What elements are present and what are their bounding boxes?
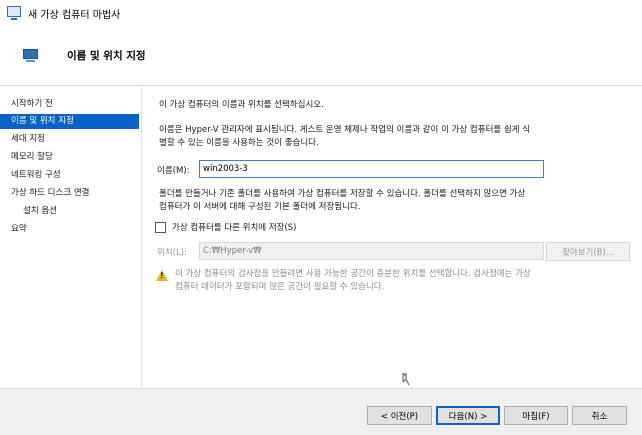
description-line-1: 이름은 Hyper-V 관리자에 표시됩니다. 게스트 운영 체제나 작업의 이… [159,125,531,135]
location-input[interactable] [199,242,544,260]
sidebar-item-memory[interactable]: 메모리 할당 [0,150,139,165]
wizard-nav: 시작하기 전 이름 및 위치 지정 세대 지정 메모리 할당 네트워킹 구성 가… [0,87,139,387]
sidebar-item-install-options[interactable]: 설치 옵션 [0,204,139,219]
sidebar-item-before-you-begin[interactable]: 시작하기 전 [0,97,139,112]
sidebar-item-name-location[interactable]: 이름 및 위치 지정 [0,114,139,129]
cancel-button[interactable]: 취소 [572,406,627,425]
warning-text-line-1: 이 가상 컴퓨터의 검사점을 만들려면 사용 가능한 공간이 충분한 위치를 선… [175,269,531,279]
store-different-location-label[interactable]: 가상 컴퓨터를 다른 위치에 저장(S) [172,221,297,233]
title-bar: 새 가상 컴퓨터 마법사 [0,0,642,24]
vm-icon [7,6,21,20]
wizard-header: 이름 및 위치 지정 [0,24,642,86]
warning-text-line-2: 컴퓨터 데이터가 포함되며 많은 공간이 필요할 수 있습니다. [175,282,385,292]
finish-button[interactable]: 마침(F) [504,406,568,425]
name-label: 이름(M): [157,166,190,176]
divider [141,87,142,387]
folder-text-line-1: 폴더를 만들거나 기존 폴더를 사용하여 가상 컴퓨터를 저장할 수 있습니다.… [159,189,526,199]
vm-icon [23,49,38,62]
wizard-content: 이 가상 컴퓨터의 이름과 위치를 선택하십시오. 이름은 Hyper-V 관리… [141,87,642,387]
warning-icon [156,270,168,281]
browse-button[interactable]: 찾아보기(B)... [546,242,630,261]
window-title: 새 가상 컴퓨터 마법사 [28,10,121,21]
intro-text: 이 가상 컴퓨터의 이름과 위치를 선택하십시오. [159,100,324,110]
previous-button[interactable]: < 이전(P) [367,406,432,425]
store-different-location-checkbox[interactable] [155,222,166,233]
sidebar-item-networking[interactable]: 네트워킹 구성 [0,168,139,183]
wizard-footer: < 이전(P) 다음(N) > 마침(F) 취소 [0,388,642,435]
description-line-2: 별할 수 있는 이름을 사용하는 것이 좋습니다. [159,138,319,148]
sidebar-item-generation[interactable]: 세대 지정 [0,132,139,147]
folder-text-line-2: 컴퓨터가 이 서버에 대해 구성된 기본 폴더에 저장됩니다. [159,202,361,212]
name-input[interactable] [199,160,544,178]
location-label: 위치(L): [157,248,187,258]
sidebar-item-virtual-disk[interactable]: 가상 하드 디스크 연결 [0,186,139,201]
next-button[interactable]: 다음(N) > [436,406,500,425]
page-title: 이름 및 위치 지정 [67,50,146,62]
sidebar-item-summary[interactable]: 요약 [0,222,139,237]
mouse-cursor-icon [402,373,410,386]
